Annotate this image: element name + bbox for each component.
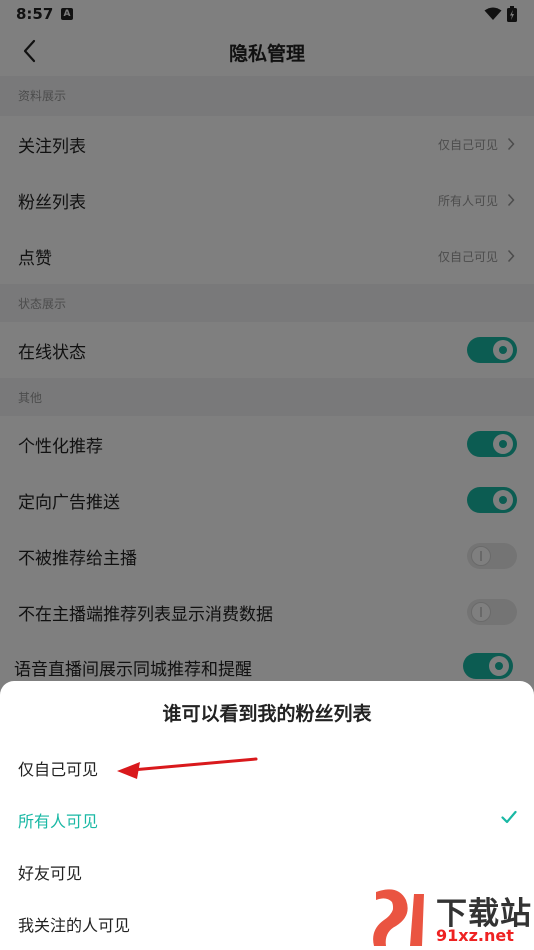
watermark-url: 91xz.net (436, 926, 514, 945)
watermark: 下载站 91xz.net (362, 886, 534, 950)
watermark-logo-icon (373, 889, 424, 946)
annotation-arrow-icon (117, 757, 258, 779)
